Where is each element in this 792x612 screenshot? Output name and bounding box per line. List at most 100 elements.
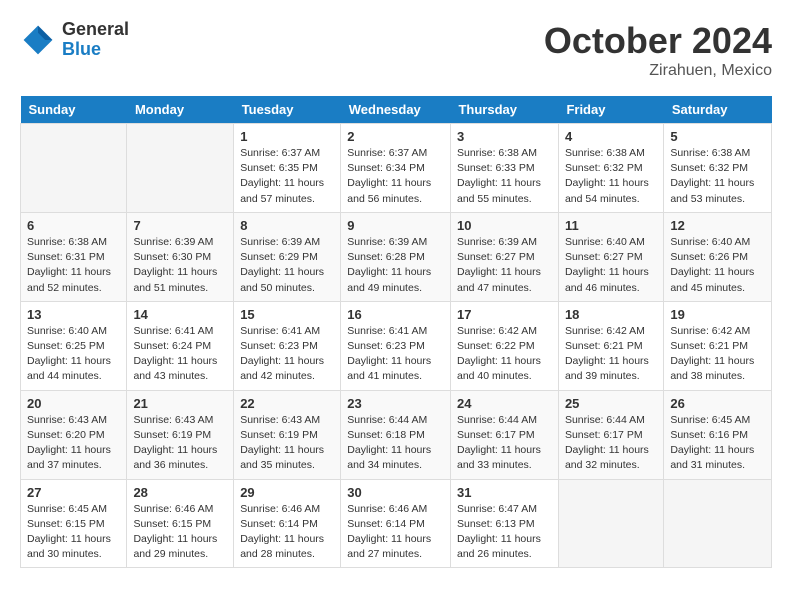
calendar-cell: 20Sunrise: 6:43 AM Sunset: 6:20 PM Dayli… xyxy=(21,390,127,479)
calendar-cell xyxy=(558,479,663,568)
column-header-monday: Monday xyxy=(127,96,234,124)
calendar-cell: 5 Sunrise: 6:38 AM Sunset: 6:32 PM Daylig… xyxy=(664,124,772,213)
calendar-cell: 25 Sunrise: 6:44 AM Sunset: 6:17 PM Dayli… xyxy=(558,390,663,479)
week-row-5: 27 Sunrise: 6:45 AM Sunset: 6:15 PM Dayli… xyxy=(21,479,772,568)
day-number: 3 xyxy=(457,129,552,144)
day-info: Sunrise: 6:47 AM Sunset: 6:13 PM Dayligh… xyxy=(457,502,552,563)
day-info: Sunrise: 6:46 AM Sunset: 6:14 PM Dayligh… xyxy=(240,502,334,563)
day-number: 25 xyxy=(565,396,657,411)
calendar-cell: 27 Sunrise: 6:45 AM Sunset: 6:15 PM Dayli… xyxy=(21,479,127,568)
day-info: Sunrise: 6:45 AM Sunset: 6:15 PM Dayligh… xyxy=(27,502,120,563)
day-info: Sunrise: 6:46 AM Sunset: 6:15 PM Dayligh… xyxy=(133,502,227,563)
day-number: 19 xyxy=(670,307,765,322)
calendar-cell xyxy=(664,479,772,568)
day-info: Sunrise: 6:45 AM Sunset: 6:16 PM Dayligh… xyxy=(670,413,765,474)
day-info: Sunrise: 6:38 AM Sunset: 6:31 PM Dayligh… xyxy=(27,235,120,296)
calendar-cell xyxy=(21,124,127,213)
calendar-table: SundayMondayTuesdayWednesdayThursdayFrid… xyxy=(20,96,772,568)
day-number: 12 xyxy=(670,218,765,233)
day-number: 26 xyxy=(670,396,765,411)
calendar-cell: 7 Sunrise: 6:39 AM Sunset: 6:30 PM Daylig… xyxy=(127,212,234,301)
logo-icon xyxy=(20,22,56,58)
day-number: 1 xyxy=(240,129,334,144)
day-info: Sunrise: 6:37 AM Sunset: 6:34 PM Dayligh… xyxy=(347,146,444,207)
calendar-cell: 4 Sunrise: 6:38 AM Sunset: 6:32 PM Daylig… xyxy=(558,124,663,213)
calendar-cell: 2 Sunrise: 6:37 AM Sunset: 6:34 PM Daylig… xyxy=(341,124,451,213)
day-info: Sunrise: 6:38 AM Sunset: 6:32 PM Dayligh… xyxy=(565,146,657,207)
day-info: Sunrise: 6:42 AM Sunset: 6:22 PM Dayligh… xyxy=(457,324,552,385)
day-number: 2 xyxy=(347,129,444,144)
week-row-3: 13 Sunrise: 6:40 AM Sunset: 6:25 PM Dayli… xyxy=(21,301,772,390)
day-number: 17 xyxy=(457,307,552,322)
calendar-cell: 1 Sunrise: 6:37 AM Sunset: 6:35 PM Daylig… xyxy=(234,124,341,213)
logo-line1: General xyxy=(62,20,129,40)
column-header-thursday: Thursday xyxy=(450,96,558,124)
day-number: 8 xyxy=(240,218,334,233)
calendar-cell: 3 Sunrise: 6:38 AM Sunset: 6:33 PM Daylig… xyxy=(450,124,558,213)
day-number: 9 xyxy=(347,218,444,233)
calendar-cell: 22 Sunrise: 6:43 AM Sunset: 6:19 PM Dayli… xyxy=(234,390,341,479)
day-info: Sunrise: 6:40 AM Sunset: 6:26 PM Dayligh… xyxy=(670,235,765,296)
day-number: 10 xyxy=(457,218,552,233)
logo: General Blue xyxy=(20,20,129,60)
day-number: 14 xyxy=(133,307,227,322)
day-info: Sunrise: 6:39 AM Sunset: 6:28 PM Dayligh… xyxy=(347,235,444,296)
week-row-1: 1 Sunrise: 6:37 AM Sunset: 6:35 PM Daylig… xyxy=(21,124,772,213)
day-info: Sunrise: 6:44 AM Sunset: 6:18 PM Dayligh… xyxy=(347,413,444,474)
calendar-cell: 23Sunrise: 6:44 AM Sunset: 6:18 PM Dayli… xyxy=(341,390,451,479)
title-block: October 2024 Zirahuen, Mexico xyxy=(544,20,772,80)
day-number: 22 xyxy=(240,396,334,411)
month-title: October 2024 xyxy=(544,20,772,62)
logo-text: General Blue xyxy=(62,20,129,60)
day-info: Sunrise: 6:38 AM Sunset: 6:32 PM Dayligh… xyxy=(670,146,765,207)
day-number: 29 xyxy=(240,485,334,500)
week-row-2: 6 Sunrise: 6:38 AM Sunset: 6:31 PM Daylig… xyxy=(21,212,772,301)
day-number: 5 xyxy=(670,129,765,144)
day-info: Sunrise: 6:38 AM Sunset: 6:33 PM Dayligh… xyxy=(457,146,552,207)
calendar-cell: 8 Sunrise: 6:39 AM Sunset: 6:29 PM Daylig… xyxy=(234,212,341,301)
calendar-cell: 6 Sunrise: 6:38 AM Sunset: 6:31 PM Daylig… xyxy=(21,212,127,301)
calendar-cell: 17 Sunrise: 6:42 AM Sunset: 6:22 PM Dayli… xyxy=(450,301,558,390)
day-number: 20 xyxy=(27,396,120,411)
day-number: 13 xyxy=(27,307,120,322)
day-info: Sunrise: 6:46 AM Sunset: 6:14 PM Dayligh… xyxy=(347,502,444,563)
day-number: 27 xyxy=(27,485,120,500)
calendar-cell: 18 Sunrise: 6:42 AM Sunset: 6:21 PM Dayli… xyxy=(558,301,663,390)
week-row-4: 20Sunrise: 6:43 AM Sunset: 6:20 PM Dayli… xyxy=(21,390,772,479)
day-info: Sunrise: 6:43 AM Sunset: 6:19 PM Dayligh… xyxy=(240,413,334,474)
column-header-wednesday: Wednesday xyxy=(341,96,451,124)
calendar-cell: 15 Sunrise: 6:41 AM Sunset: 6:23 PM Dayli… xyxy=(234,301,341,390)
day-info: Sunrise: 6:41 AM Sunset: 6:24 PM Dayligh… xyxy=(133,324,227,385)
calendar-cell: 16Sunrise: 6:41 AM Sunset: 6:23 PM Dayli… xyxy=(341,301,451,390)
day-number: 6 xyxy=(27,218,120,233)
calendar-cell: 28Sunrise: 6:46 AM Sunset: 6:15 PM Dayli… xyxy=(127,479,234,568)
day-number: 4 xyxy=(565,129,657,144)
day-info: Sunrise: 6:43 AM Sunset: 6:19 PM Dayligh… xyxy=(133,413,227,474)
logo-line2: Blue xyxy=(62,40,129,60)
calendar-cell: 31 Sunrise: 6:47 AM Sunset: 6:13 PM Dayli… xyxy=(450,479,558,568)
day-info: Sunrise: 6:41 AM Sunset: 6:23 PM Dayligh… xyxy=(240,324,334,385)
day-info: Sunrise: 6:39 AM Sunset: 6:30 PM Dayligh… xyxy=(133,235,227,296)
day-info: Sunrise: 6:39 AM Sunset: 6:29 PM Dayligh… xyxy=(240,235,334,296)
calendar-cell xyxy=(127,124,234,213)
day-info: Sunrise: 6:42 AM Sunset: 6:21 PM Dayligh… xyxy=(565,324,657,385)
calendar-cell: 13 Sunrise: 6:40 AM Sunset: 6:25 PM Dayli… xyxy=(21,301,127,390)
day-number: 15 xyxy=(240,307,334,322)
day-info: Sunrise: 6:44 AM Sunset: 6:17 PM Dayligh… xyxy=(565,413,657,474)
calendar-cell: 26 Sunrise: 6:45 AM Sunset: 6:16 PM Dayli… xyxy=(664,390,772,479)
day-info: Sunrise: 6:40 AM Sunset: 6:27 PM Dayligh… xyxy=(565,235,657,296)
day-info: Sunrise: 6:42 AM Sunset: 6:21 PM Dayligh… xyxy=(670,324,765,385)
calendar-cell: 10Sunrise: 6:39 AM Sunset: 6:27 PM Dayli… xyxy=(450,212,558,301)
location-subtitle: Zirahuen, Mexico xyxy=(544,62,772,80)
column-header-friday: Friday xyxy=(558,96,663,124)
day-info: Sunrise: 6:37 AM Sunset: 6:35 PM Dayligh… xyxy=(240,146,334,207)
day-number: 21 xyxy=(133,396,227,411)
day-info: Sunrise: 6:44 AM Sunset: 6:17 PM Dayligh… xyxy=(457,413,552,474)
day-number: 7 xyxy=(133,218,227,233)
day-number: 11 xyxy=(565,218,657,233)
calendar-cell: 21 Sunrise: 6:43 AM Sunset: 6:19 PM Dayli… xyxy=(127,390,234,479)
day-info: Sunrise: 6:40 AM Sunset: 6:25 PM Dayligh… xyxy=(27,324,120,385)
column-header-saturday: Saturday xyxy=(664,96,772,124)
day-number: 18 xyxy=(565,307,657,322)
day-number: 31 xyxy=(457,485,552,500)
